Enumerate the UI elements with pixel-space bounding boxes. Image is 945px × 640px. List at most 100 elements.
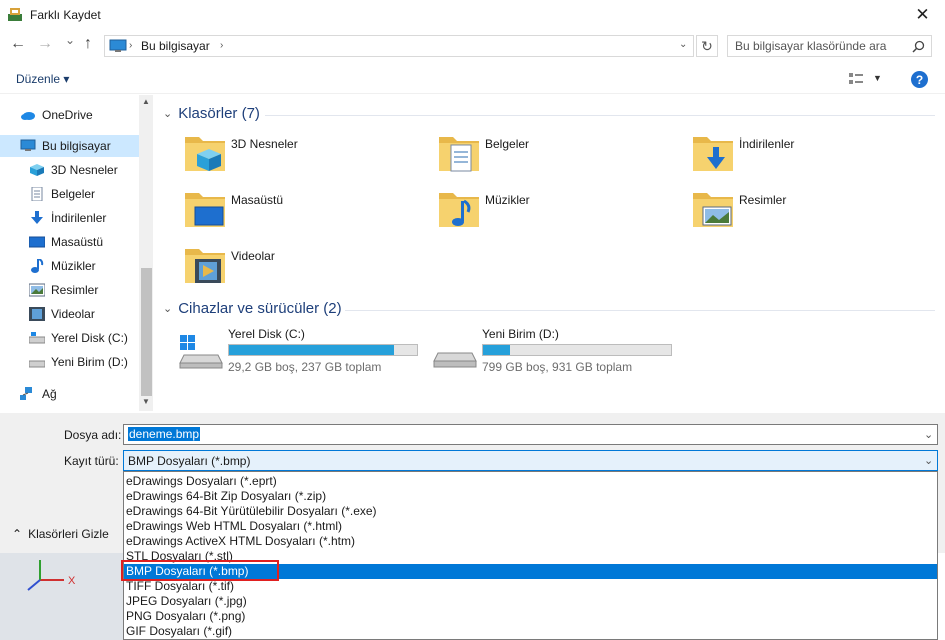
back-button[interactable]: ← <box>10 35 26 53</box>
dropdown-option[interactable]: eDrawings 64-Bit Zip Dosyaları (*.zip) <box>124 489 937 504</box>
drive-space-text: 29,2 GB boş, 237 GB toplam <box>228 360 382 374</box>
dropdown-option[interactable]: GIF Dosyaları (*.gif) <box>124 624 937 639</box>
view-dropdown-icon[interactable]: ▼ <box>873 73 882 83</box>
save-type-label: Kayıt türü: <box>64 454 119 468</box>
folder-item[interactable]: Müzikler <box>437 187 677 237</box>
drive-usage-bar <box>482 344 672 356</box>
folder-label: Belgeler <box>485 137 530 151</box>
sidebar-scrollbar-thumb[interactable] <box>141 268 152 396</box>
folder-item[interactable]: 3D Nesneler <box>183 131 423 181</box>
breadcrumb-item[interactable]: Bu bilgisayar <box>141 39 210 53</box>
folder-3d-objects-icon <box>185 137 225 171</box>
highlight-annotation-box <box>121 560 279 581</box>
address-bar[interactable]: › Bu bilgisayar › ⌄ <box>104 35 694 57</box>
close-button[interactable]: ✕ <box>900 0 945 30</box>
folder-item[interactable]: Resimler <box>691 187 931 237</box>
dropdown-option[interactable]: eDrawings ActiveX HTML Dosyaları (*.htm) <box>124 534 937 549</box>
folder-documents-icon <box>439 137 479 172</box>
drive-icon <box>29 360 45 368</box>
drive-space-text: 799 GB boş, 931 GB toplam <box>482 360 633 374</box>
search-box[interactable]: Bu bilgisayar klasöründe ara <box>727 35 932 57</box>
cube-icon <box>30 164 44 176</box>
breadcrumb-separator-icon: › <box>129 40 133 51</box>
sidebar-item-local-disk-c[interactable]: Yerel Disk (C:) <box>29 327 128 349</box>
help-button[interactable]: ? <box>911 71 928 88</box>
close-icon: ✕ <box>915 5 930 24</box>
devices-group-header[interactable]: ⌄ Cihazlar ve sürücüler (2) <box>163 300 342 317</box>
save-type-select[interactable]: BMP Dosyaları (*.bmp) ⌄ <box>123 450 938 471</box>
network-icon <box>20 387 32 400</box>
recent-locations-button[interactable]: ⌄ <box>65 33 75 47</box>
drive-item[interactable]: Yerel Disk (C:) 29,2 GB boş, 237 GB topl… <box>178 327 428 377</box>
cloud-icon <box>21 112 35 120</box>
scroll-up-icon[interactable]: ▲ <box>142 97 150 106</box>
folders-group-header[interactable]: ⌄ Klasörler (7) <box>163 105 260 122</box>
sidebar-item-label: Müzikler <box>51 259 96 273</box>
sidebar-item-label: İndirilenler <box>51 211 107 225</box>
filename-input[interactable]: deneme.bmp ⌄ <box>123 424 938 445</box>
sidebar-item-documents[interactable]: Belgeler <box>29 183 95 205</box>
sidebar-item-network[interactable]: Ağ <box>20 383 57 405</box>
refresh-icon: ↻ <box>701 37 713 54</box>
search-icon <box>912 40 925 53</box>
sidebar-item-label: 3D Nesneler <box>51 163 118 177</box>
address-dropdown-icon[interactable]: ⌄ <box>679 39 687 50</box>
sidebar-item-label: Videolar <box>51 307 95 321</box>
view-options-icon[interactable] <box>848 71 864 87</box>
computer-icon <box>20 139 36 151</box>
organize-menu-button[interactable]: Düzenle ▾ <box>16 72 69 86</box>
drive-icon <box>433 352 477 368</box>
dropdown-option[interactable]: eDrawings Web HTML Dosyaları (*.html) <box>124 519 937 534</box>
folders-group-title: Klasörler (7) <box>178 105 260 122</box>
drive-label: Yeni Birim (D:) <box>482 327 559 341</box>
dropdown-option[interactable]: PNG Dosyaları (*.png) <box>124 609 937 624</box>
folder-item[interactable]: İndirilenler <box>691 131 931 181</box>
app-icon <box>8 8 22 21</box>
forward-button[interactable]: → <box>37 35 53 53</box>
breadcrumb-chevron-icon[interactable]: › <box>220 40 223 51</box>
sidebar-item-label: Bu bilgisayar <box>42 139 111 153</box>
sidebar-item-this-pc[interactable]: Bu bilgisayar <box>0 135 139 157</box>
sidebar-item-new-volume-d[interactable]: Yeni Birim (D:) <box>29 351 128 373</box>
navigation-pane: OneDrive Bu bilgisayar 3D Nesneler Belge… <box>0 95 153 411</box>
sidebar-item-music[interactable]: Müzikler <box>29 255 96 277</box>
dropdown-option[interactable]: eDrawings 64-Bit Yürütülebilir Dosyaları… <box>124 504 937 519</box>
sidebar-item-onedrive[interactable]: OneDrive <box>20 104 93 126</box>
scroll-down-icon[interactable]: ▼ <box>142 397 150 406</box>
dropdown-option[interactable]: TIFF Dosyaları (*.tif) <box>124 579 937 594</box>
folder-label: Resimler <box>739 193 787 207</box>
dropdown-option[interactable]: eDrawings Dosyaları (*.eprt) <box>124 474 937 489</box>
windows-drive-icon <box>179 335 223 369</box>
up-button[interactable]: ↑ <box>84 35 92 53</box>
select-chevron-icon: ⌄ <box>924 455 934 467</box>
hide-folders-button[interactable]: ⌃ Klasörleri Gizle <box>12 527 109 541</box>
sidebar-item-downloads[interactable]: İndirilenler <box>29 207 106 229</box>
folder-item[interactable]: Videolar <box>183 243 423 293</box>
sidebar-item-desktop[interactable]: Masaüstü <box>29 231 103 253</box>
folder-item[interactable]: Belgeler <box>437 131 677 181</box>
picture-icon <box>29 283 45 297</box>
drive-item[interactable]: Yeni Birim (D:) 799 GB boş, 931 GB topla… <box>432 327 682 377</box>
search-input[interactable]: Bu bilgisayar klasöründe ara <box>735 39 886 53</box>
dropdown-option[interactable]: JPEG Dosyaları (*.jpg) <box>124 594 937 609</box>
refresh-button[interactable]: ↻ <box>696 35 718 57</box>
save-type-dropdown-list[interactable]: eDrawings Dosyaları (*.eprt) eDrawings 64… <box>123 471 938 640</box>
filename-history-chevron-icon[interactable]: ⌄ <box>924 428 933 441</box>
collapse-chevron-icon: ⌄ <box>163 108 173 120</box>
sidebar-item-3d-objects[interactable]: 3D Nesneler <box>29 159 118 181</box>
sidebar-item-videos[interactable]: Videolar <box>29 303 95 325</box>
download-icon <box>31 211 43 224</box>
window-title: Farklı Kaydet <box>30 8 101 22</box>
filename-label: Dosya adı: <box>64 428 122 442</box>
collapse-chevron-icon: ⌄ <box>163 303 173 315</box>
axis-x-label: X <box>68 575 76 587</box>
folder-item[interactable]: Masaüstü <box>183 187 423 237</box>
title-bar: Farklı Kaydet ✕ <box>0 0 945 30</box>
computer-icon <box>109 39 127 52</box>
folder-label: 3D Nesneler <box>231 137 298 151</box>
sidebar-item-label: OneDrive <box>42 108 93 122</box>
drive-icon <box>29 332 45 344</box>
sidebar-item-pictures[interactable]: Resimler <box>29 279 98 301</box>
sidebar-item-label: Ağ <box>42 387 57 401</box>
folder-videos-icon <box>185 249 225 283</box>
